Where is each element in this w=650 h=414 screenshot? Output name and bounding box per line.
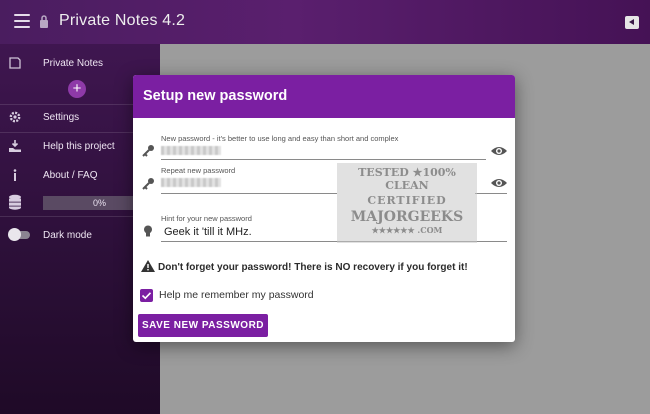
new-password-label: New password - it's better to use long a… xyxy=(161,134,399,143)
show-password-icon[interactable] xyxy=(490,177,508,189)
sidebar-item-label: Settings xyxy=(43,112,80,123)
checkmark-icon xyxy=(141,292,152,300)
warning-message: Don't forget your password! There is NO … xyxy=(141,260,468,273)
key-icon xyxy=(142,145,154,157)
input-underline xyxy=(161,193,337,194)
database-icon xyxy=(9,194,21,210)
remember-password-label[interactable]: Help me remember my password xyxy=(159,289,314,301)
remember-password-checkbox[interactable] xyxy=(140,289,153,302)
sidebar-item-label: Private Notes xyxy=(43,58,104,69)
hint-label: Hint for your new password xyxy=(161,214,252,223)
watermark-line: ★★★★★★ .COM xyxy=(371,225,443,235)
repeat-password-label: Repeat new password xyxy=(161,166,236,175)
watermark-line: CERTIFIED xyxy=(367,194,447,207)
collapse-sidebar-button[interactable] xyxy=(625,16,639,29)
hamburger-menu-icon[interactable] xyxy=(14,14,30,28)
add-note-button[interactable]: + xyxy=(68,80,86,98)
watermark-line: MAJORGEEKS xyxy=(350,209,464,225)
repeat-password-input[interactable] xyxy=(161,178,221,187)
dialog-title: Setup new password xyxy=(133,75,515,118)
majorgeeks-watermark: TESTED ★100% CLEAN CERTIFIED MAJORGEEKS … xyxy=(337,163,477,243)
info-icon xyxy=(13,169,17,181)
sidebar-item-label: Help this project xyxy=(43,141,115,152)
hint-input[interactable]: Geek it 'till it MHz. xyxy=(164,226,252,238)
input-underline xyxy=(475,193,507,194)
app-title: Private Notes 4.2 xyxy=(59,12,186,29)
note-icon xyxy=(9,57,21,69)
setup-password-dialog: Setup new password New password - it's b… xyxy=(133,75,515,342)
new-password-field: New password - it's better to use long a… xyxy=(133,118,515,163)
new-password-input[interactable] xyxy=(161,146,221,155)
warning-icon xyxy=(141,260,155,272)
warning-text: Don't forget your password! There is NO … xyxy=(158,262,468,273)
sidebar-item-label: About / FAQ xyxy=(43,170,98,181)
sidebar-item-private-notes[interactable]: Private Notes xyxy=(0,52,160,76)
watermark-line: TESTED ★100% CLEAN xyxy=(358,166,456,192)
show-password-icon[interactable] xyxy=(490,145,508,157)
gear-icon xyxy=(9,111,21,123)
save-password-button[interactable]: SAVE NEW PASSWORD xyxy=(138,314,268,337)
donate-icon xyxy=(9,140,21,152)
app-bar: Private Notes 4.2 xyxy=(0,0,650,44)
lock-icon xyxy=(40,15,48,28)
lightbulb-icon xyxy=(144,225,152,237)
key-icon xyxy=(142,178,154,190)
input-underline xyxy=(161,159,486,160)
sidebar-item-label: Dark mode xyxy=(43,230,92,241)
toggle-knob[interactable] xyxy=(8,228,21,241)
